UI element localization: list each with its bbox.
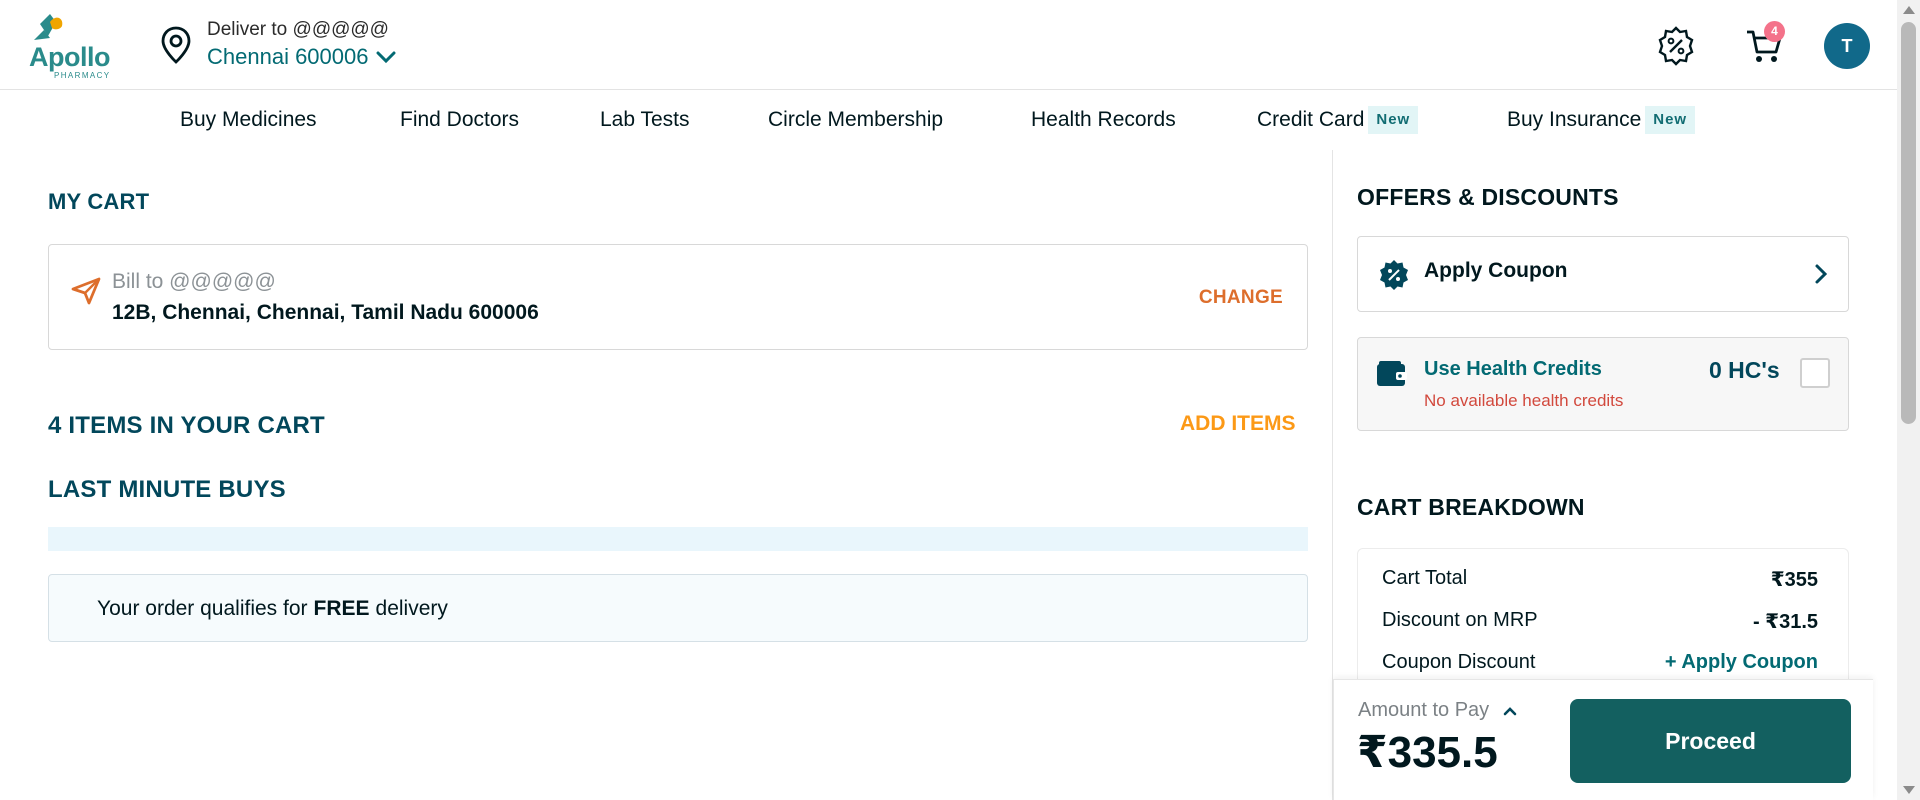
amount-to-pay-toggle[interactable]: Amount to Pay	[1358, 699, 1517, 722]
amount-to-pay-label: Amount to Pay	[1358, 699, 1490, 721]
delivery-location-selector[interactable]: Chennai 600006	[207, 44, 396, 70]
proceed-button[interactable]: Proceed	[1570, 699, 1851, 783]
breakdown-label: Cart Total	[1382, 567, 1468, 589]
scroll-down-arrow-icon[interactable]	[1903, 786, 1915, 794]
nav-circle-membership[interactable]: Circle Membership	[768, 104, 943, 136]
health-credits-checkbox[interactable]	[1800, 358, 1830, 388]
offers-icon[interactable]	[1656, 26, 1696, 66]
delivery-city: Chennai 600006	[207, 44, 369, 69]
deliver-to-label: Deliver to @@@@@	[207, 19, 389, 40]
use-health-credits-label: Use Health Credits	[1424, 358, 1602, 380]
amount-to-pay-value: ₹335.5	[1357, 728, 1498, 777]
breakdown-value: - ₹31.5	[1752, 611, 1818, 633]
top-header: Apollo PHARMACY Deliver to @@@@@ Chennai…	[0, 0, 1897, 90]
apply-coupon-card[interactable]: Apply Coupon	[1357, 236, 1849, 312]
add-items-button[interactable]: ADD ITEMS	[1180, 412, 1296, 436]
new-badge: New	[1645, 106, 1696, 135]
breakdown-row: Discount on MRP - ₹31.5	[1382, 609, 1818, 634]
scroll-up-arrow-icon[interactable]	[1903, 6, 1915, 14]
chevron-right-icon	[1815, 264, 1828, 284]
logo-text: Apollo	[29, 42, 110, 72]
change-address-button[interactable]: CHANGE	[1199, 287, 1283, 309]
billing-address: 12B, Chennai, Chennai, Tamil Nadu 600006	[112, 301, 539, 324]
page-scrollbar[interactable]	[1897, 0, 1920, 800]
payment-bar: Amount to Pay ₹335.5 Proceed	[1333, 679, 1873, 800]
chevron-up-icon	[1503, 706, 1517, 715]
breakdown-value: ₹355	[1770, 569, 1818, 591]
health-credits-status: No available health credits	[1424, 391, 1624, 410]
new-badge: New	[1368, 106, 1419, 135]
free-delivery-text: Your order qualifies for FREE delivery	[97, 597, 448, 620]
health-credits-count: 0 HC's	[1709, 357, 1780, 383]
cart-breakdown-title: CART BREAKDOWN	[1357, 494, 1585, 520]
apollo-logo[interactable]: Apollo PHARMACY	[26, 10, 110, 84]
location-pin-icon[interactable]	[160, 26, 192, 64]
logo-subtext: PHARMACY	[54, 71, 111, 80]
chevron-down-icon	[376, 51, 396, 64]
breakdown-row: Coupon Discount + Apply Coupon	[1382, 651, 1818, 674]
cart-page: Apollo PHARMACY Deliver to @@@@@ Chennai…	[0, 0, 1920, 800]
wallet-icon	[1377, 361, 1407, 386]
send-icon	[71, 277, 101, 305]
apply-coupon-label: Apply Coupon	[1424, 259, 1568, 282]
breakdown-row: Cart Total ₹355	[1382, 567, 1818, 592]
coupon-badge-icon	[1380, 260, 1408, 290]
nav-buy-insurance[interactable]: Buy Insurance New	[1507, 104, 1696, 136]
breakdown-label: Coupon Discount	[1382, 651, 1536, 673]
health-credits-card: Use Health Credits No available health c…	[1357, 337, 1849, 431]
my-cart-title: MY CART	[48, 189, 150, 214]
free-delivery-banner: Your order qualifies for FREE delivery	[48, 574, 1308, 642]
nav-credit-card[interactable]: Credit Card New	[1257, 104, 1419, 136]
last-minute-buys-title: LAST MINUTE BUYS	[48, 476, 286, 503]
apply-coupon-link[interactable]: + Apply Coupon	[1665, 651, 1818, 674]
last-minute-buys-strip	[48, 527, 1308, 551]
nav-lab-tests[interactable]: Lab Tests	[600, 104, 690, 136]
scrollbar-thumb[interactable]	[1901, 22, 1916, 424]
cart-count-badge: 4	[1764, 21, 1785, 42]
offers-title: OFFERS & DISCOUNTS	[1357, 184, 1619, 210]
nav-find-doctors[interactable]: Find Doctors	[400, 104, 519, 136]
cart-items-count-title: 4 ITEMS IN YOUR CART	[48, 412, 325, 439]
bill-to-label: Bill to @@@@@	[112, 270, 276, 293]
nav-health-records[interactable]: Health Records	[1031, 104, 1176, 136]
billing-address-card: Bill to @@@@@ 12B, Chennai, Chennai, Tam…	[48, 244, 1308, 350]
user-avatar[interactable]: T	[1824, 23, 1870, 69]
breakdown-label: Discount on MRP	[1382, 609, 1538, 631]
nav-buy-medicines[interactable]: Buy Medicines	[180, 104, 317, 136]
main-nav: Buy Medicines Find Doctors Lab Tests Cir…	[0, 104, 1900, 136]
